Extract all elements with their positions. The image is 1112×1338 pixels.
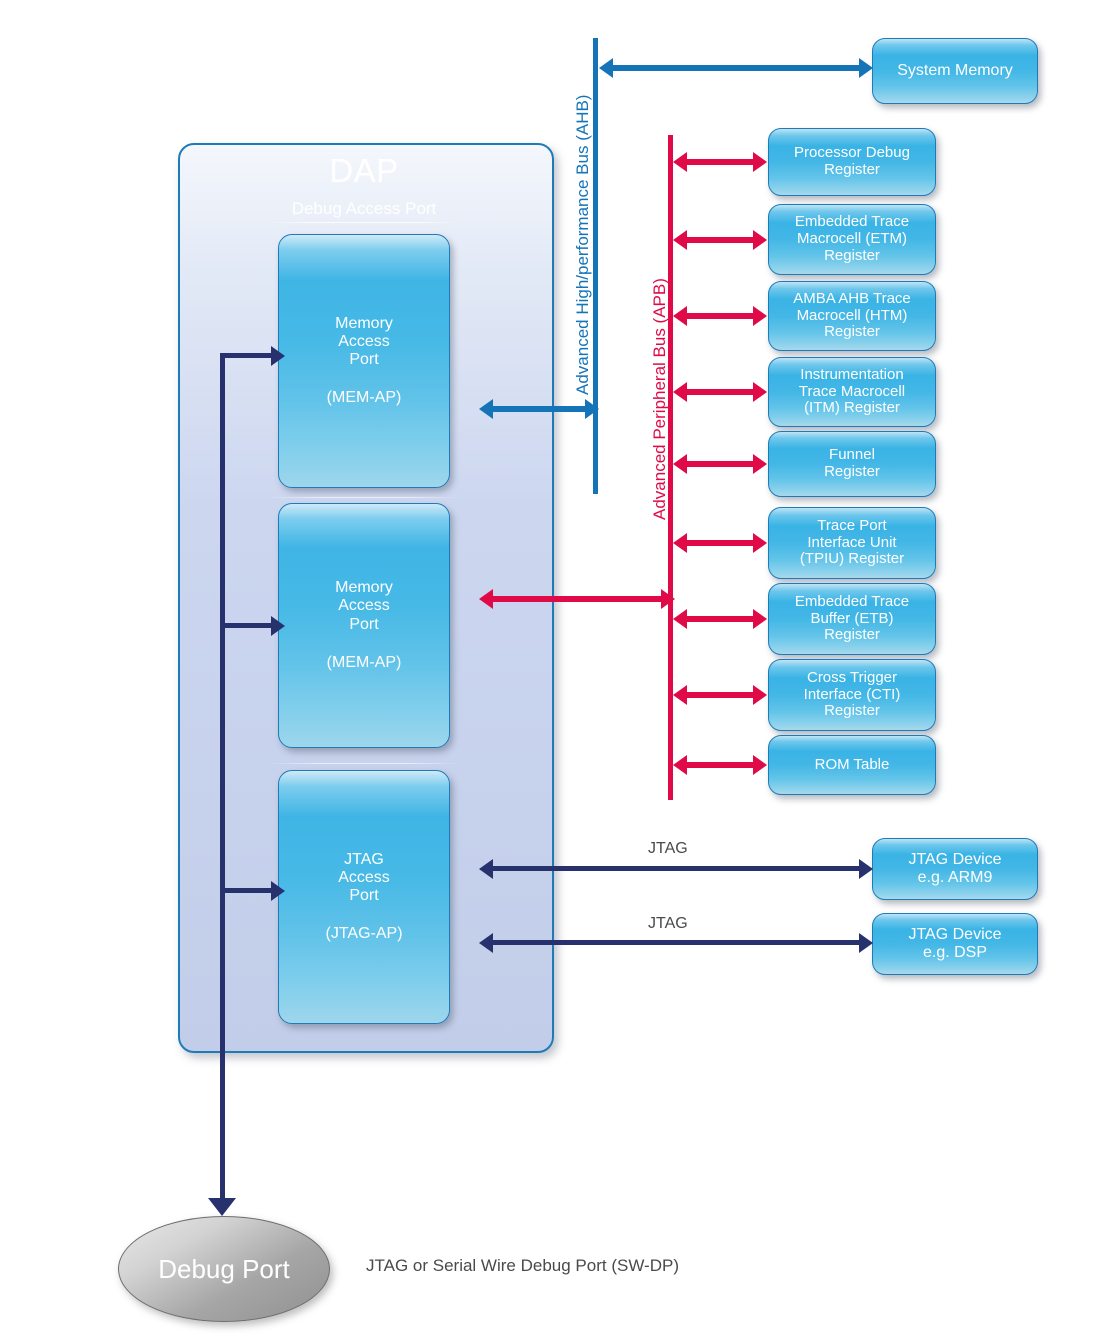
debug-port-ellipse[interactable]: Debug Port — [118, 1216, 330, 1322]
jtag-device-block-1[interactable]: JTAG Device e.g. ARM9 — [872, 838, 1038, 900]
debug-port-label: Debug Port — [158, 1253, 290, 1284]
register-block[interactable]: ROM Table — [768, 735, 936, 795]
debug-port-spine — [220, 356, 225, 1210]
jtag-link-label-2: JTAG — [648, 915, 688, 932]
register-block[interactable]: AMBA AHB Trace Macrocell (HTM) Register — [768, 281, 936, 351]
apb-register-arrow — [673, 306, 767, 326]
ahb-system-memory-arrow — [599, 58, 873, 78]
mem-ap-2-line2: Access — [338, 597, 390, 615]
register-block-label: Trace Port Interface Unit (TPIU) Registe… — [799, 516, 905, 568]
apb-register-arrow — [673, 609, 767, 629]
system-memory-label: System Memory — [897, 61, 1013, 79]
register-block[interactable]: Trace Port Interface Unit (TPIU) Registe… — [768, 507, 936, 579]
dap-title-divider — [268, 222, 460, 223]
register-block[interactable]: Embedded Trace Buffer (ETB) Register — [768, 583, 936, 655]
mem-ap-1-line3: Port — [349, 351, 379, 368]
ahb-bus-line — [593, 38, 598, 494]
mem-ap-1-line2: Access — [338, 332, 390, 350]
register-block-label: Embedded Trace Macrocell (ETM) Register — [794, 213, 910, 264]
debug-port-caption: JTAG or Serial Wire Debug Port (SW-DP) — [366, 1256, 679, 1275]
mem-ap-2-acronym: (MEM-AP) — [326, 653, 402, 671]
jtag-link-arrow-1 — [479, 858, 873, 879]
dp-branch-mem-ap-1 — [220, 345, 285, 366]
register-block-label: Cross Trigger Interface (CTI) Register — [803, 668, 901, 720]
mem-ap-2-line3: Port — [349, 615, 379, 633]
apb-register-arrow — [673, 454, 767, 474]
jtag-link-label-1: JTAG — [648, 840, 688, 857]
jtag-device-block-2[interactable]: JTAG Device e.g. DSP — [872, 913, 1038, 975]
register-block-label: Instrumentation Trace Macrocell (ITM) Re… — [798, 365, 906, 417]
apb-register-arrow — [673, 152, 767, 172]
apb-register-arrow — [673, 755, 767, 775]
register-block[interactable]: Cross Trigger Interface (CTI) Register — [768, 659, 936, 731]
dap-title: DAP — [329, 152, 399, 189]
register-block-label: Funnel Register — [824, 446, 880, 480]
jtag-ap-line1: JTAG — [344, 850, 384, 868]
register-block-label: Embedded Trace Buffer (ETB) Register — [794, 592, 910, 644]
jtag-link-arrow-2 — [479, 932, 873, 953]
register-block[interactable]: Processor Debug Register — [768, 128, 936, 196]
mem-ap-1-line1: Memory — [335, 314, 393, 332]
register-block-label: AMBA AHB Trace Macrocell (HTM) Register — [793, 289, 911, 341]
register-block[interactable]: Funnel Register — [768, 431, 936, 497]
register-block-label: ROM Table — [814, 755, 890, 773]
apb-register-arrow — [673, 229, 767, 250]
jtag-ap-block[interactable]: JTAG Access Port (JTAG-AP) — [278, 770, 450, 1024]
apb-bus-label: Advanced Peripheral Bus (APB) — [650, 278, 669, 520]
dp-branch-mem-ap-2 — [220, 615, 285, 636]
mem-ap-1-acronym: (MEM-AP) — [326, 389, 402, 407]
jtag-ap-line3: Port — [349, 887, 379, 904]
apb-register-arrow — [673, 382, 767, 402]
jtag-ap-line2: Access — [338, 868, 390, 886]
system-memory-block[interactable]: System Memory — [872, 38, 1038, 104]
ahb-mem-ap-arrow — [479, 399, 599, 419]
register-block[interactable]: Instrumentation Trace Macrocell (ITM) Re… — [768, 357, 936, 427]
jtag-device-2-label: JTAG Device e.g. DSP — [908, 925, 1002, 961]
dp-branch-jtag-ap — [220, 880, 285, 901]
apb-register-arrow — [673, 533, 767, 553]
mem-ap-2-line1: Memory — [335, 579, 393, 597]
mem-ap-block-2[interactable]: Memory Access Port (MEM-AP) — [278, 503, 450, 748]
dap-section-divider — [268, 497, 460, 498]
register-block[interactable]: Embedded Trace Macrocell (ETM) Register — [768, 204, 936, 275]
apb-mem-ap-arrow — [479, 589, 675, 609]
debug-port-arrowhead — [208, 1198, 236, 1216]
apb-register-arrow — [673, 685, 767, 705]
jtag-device-1-label: JTAG Device e.g. ARM9 — [908, 850, 1002, 886]
jtag-ap-acronym: (JTAG-AP) — [325, 925, 403, 943]
ahb-bus-label: Advanced High/performance Bus (AHB) — [573, 94, 592, 395]
dap-subtitle: Debug Access Port — [291, 199, 437, 218]
register-block-label: Processor Debug Register — [794, 144, 910, 178]
dap-section-divider — [268, 763, 460, 764]
mem-ap-block-1[interactable]: Memory Access Port (MEM-AP) — [278, 234, 450, 488]
